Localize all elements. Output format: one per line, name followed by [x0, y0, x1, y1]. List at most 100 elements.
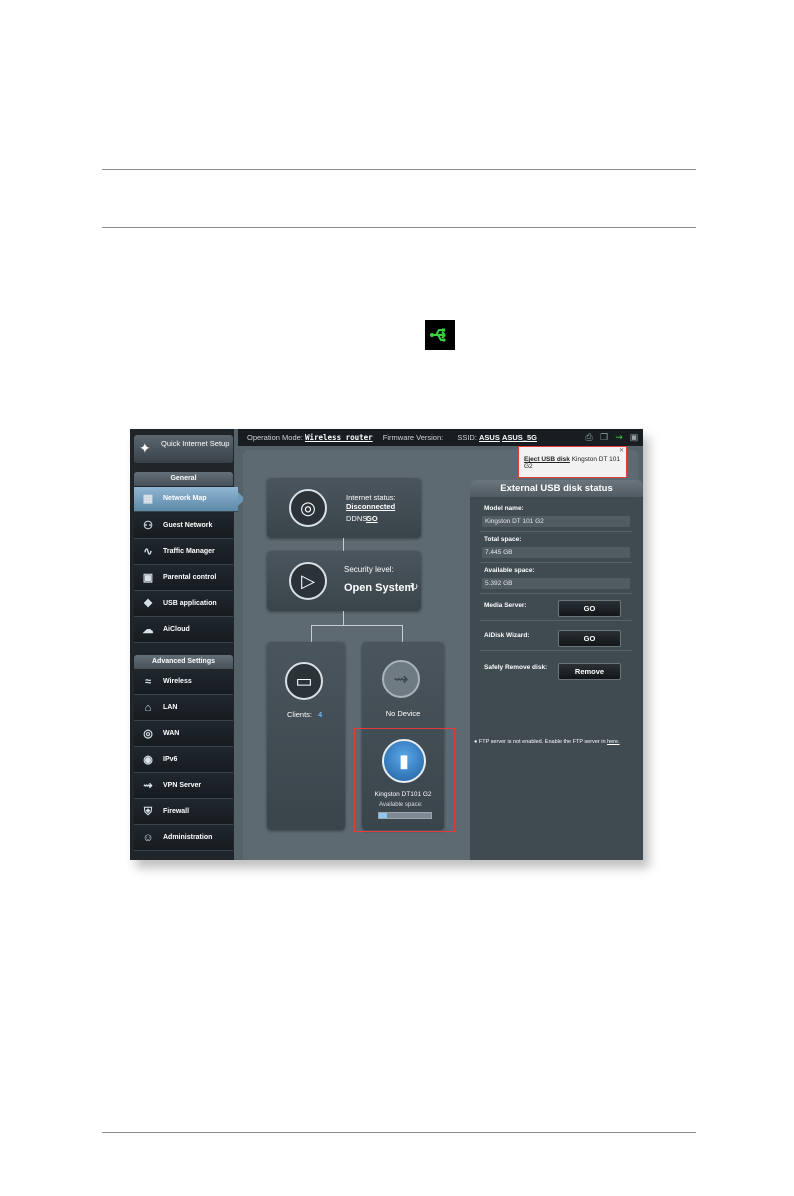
internet-status-value[interactable]: Disconnected	[346, 502, 395, 511]
status-bar: Operation Mode: Wireless router Firmware…	[238, 429, 643, 446]
quick-setup-label: Quick Internet Setup	[161, 439, 230, 448]
connector	[311, 625, 403, 626]
printer-icon[interactable]: ⎙	[584, 432, 594, 442]
op-mode-link[interactable]: Wireless router	[305, 433, 373, 442]
sidebar-item-label: Firewall	[163, 808, 190, 815]
divider	[480, 593, 632, 594]
vpn-icon: ⇝	[143, 780, 153, 792]
sidebar-item-wan[interactable]: ◎ WAN	[134, 722, 233, 747]
sidebar-item-label: WAN	[163, 730, 180, 737]
router-icon: ▷	[289, 562, 327, 600]
security-level-label: Security level:	[344, 565, 394, 574]
internet-status-label: Internet status:	[346, 493, 396, 502]
aidisk-go-button[interactable]: GO	[558, 630, 621, 647]
unlocked-icon: ↻	[410, 582, 419, 593]
sidebar-item-lan[interactable]: ⌂ LAN	[134, 696, 233, 721]
ssid-label: SSID:	[457, 433, 477, 442]
sidebar-item-traffic-manager[interactable]: ∿ Traffic Manager	[134, 540, 233, 565]
copy-icon[interactable]: ❐	[599, 432, 609, 442]
eject-usb-link[interactable]: Eject USB disk	[524, 456, 570, 463]
sidebar-item-label: Traffic Manager	[163, 548, 215, 555]
header-rule-bottom	[102, 227, 696, 228]
divider	[480, 562, 632, 563]
total-space-value: 7.445 GB	[482, 547, 630, 558]
wand-icon: ✦	[139, 440, 151, 456]
sidebar-item-label: AiCloud	[163, 626, 190, 633]
wifi-icon: ≈	[144, 676, 152, 688]
sidebar-item-network-map[interactable]: ▦ Network Map	[134, 487, 245, 512]
sidebar-item-ipv6[interactable]: ◉ IPv6	[134, 748, 233, 773]
sidebar-item-label: Parental control	[163, 574, 217, 581]
available-space-value: 5.392 GB	[482, 578, 630, 589]
puzzle-icon: ❖	[143, 598, 153, 610]
sidebar-item-guest-network[interactable]: ⚇ Guest Network	[134, 514, 233, 539]
traffic-manager-icon: ∿	[143, 546, 153, 558]
ssid-link-1[interactable]: ASUS	[479, 433, 500, 442]
divider	[480, 650, 632, 651]
usb-highlight-box	[354, 728, 455, 832]
safely-remove-label: Safely Remove disk:	[484, 664, 548, 671]
sidebar-item-label: USB application	[163, 600, 217, 607]
connector	[343, 611, 344, 625]
router-security-card[interactable]: ▷ Security level: Open System ↻	[267, 551, 421, 611]
available-space-label: Available space:	[484, 567, 535, 574]
ddns-go-link[interactable]: GO	[366, 514, 378, 523]
sidebar-item-aicloud[interactable]: ☁ AiCloud	[134, 618, 233, 643]
security-level-value: Open System	[344, 582, 415, 594]
usb-icon	[425, 320, 455, 350]
quick-internet-setup-button[interactable]: ✦ Quick Internet Setup	[134, 435, 233, 463]
sidebar-item-administration[interactable]: ☺ Administration	[134, 826, 233, 851]
close-icon[interactable]: ✕	[619, 447, 624, 454]
footer-rule	[102, 1132, 696, 1133]
sidebar-item-parental-control[interactable]: ▣ Parental control	[134, 566, 233, 591]
ftp-note: ● FTP server is not enabled. Enable the …	[474, 739, 620, 745]
monitor-icon: ▭	[285, 662, 323, 700]
sidebar: ✦ Quick Internet Setup General ▦ Network…	[130, 429, 245, 860]
home-icon: ⌂	[144, 702, 152, 714]
sidebar-item-usb-application[interactable]: ❖ USB application	[134, 592, 233, 617]
guest-network-icon: ⚇	[143, 520, 153, 532]
usb-status-title: External USB disk status	[470, 480, 643, 497]
total-space-label: Total space:	[484, 536, 522, 543]
advanced-section-header: Advanced Settings	[134, 655, 233, 669]
sidebar-item-vpn-server[interactable]: ⇝ VPN Server	[134, 774, 233, 799]
globe-icon: ◎	[143, 728, 153, 740]
model-name-label: Model name:	[484, 505, 524, 512]
ftp-note-text: FTP server is not enabled. Enable the FT…	[478, 739, 606, 745]
connector	[311, 625, 312, 642]
remove-disk-button[interactable]: Remove	[558, 663, 621, 680]
internet-status-card[interactable]: ◎ Internet status: Disconnected DDNS: GO	[267, 478, 421, 538]
lock-status-icon[interactable]: ▣	[629, 432, 639, 442]
clients-count[interactable]: 4	[318, 710, 322, 719]
sidebar-item-label: Administration	[163, 834, 213, 841]
ftp-here-link[interactable]: here.	[607, 739, 620, 745]
media-server-go-button[interactable]: GO	[558, 600, 621, 617]
sidebar-item-firewall[interactable]: ⛨ Firewall	[134, 800, 233, 825]
header-rule-top	[102, 169, 696, 170]
clients-card[interactable]: ▭ Clients: 4	[267, 642, 345, 830]
lock-icon: ▣	[142, 572, 154, 584]
shield-icon: ⛨	[143, 806, 153, 818]
status-icons: ⎙ ❐ ⇝ ▣	[584, 432, 639, 442]
usb-status-panel: External USB disk status Model name: Kin…	[470, 480, 643, 860]
connector	[343, 538, 344, 551]
aidisk-wizard-label: AiDisk Wizard:	[484, 632, 530, 639]
sidebar-item-wireless[interactable]: ≈ Wireless	[134, 670, 233, 695]
sidebar-item-label: Network Map	[163, 495, 207, 502]
media-server-label: Media Server:	[484, 602, 527, 609]
divider	[480, 531, 632, 532]
router-ui-screenshot: ✦ Quick Internet Setup General ▦ Network…	[130, 429, 643, 860]
ssid-link-2[interactable]: ASUS_5G	[502, 433, 537, 442]
sidebar-item-label: LAN	[163, 704, 178, 711]
sidebar-item-label: Guest Network	[163, 522, 213, 529]
admin-icon: ☺	[142, 832, 154, 844]
network-map-icon: ▦	[142, 493, 154, 505]
model-name-value: Kingston DT 101 G2	[482, 516, 630, 527]
sidebar-item-label: IPv6	[163, 756, 178, 763]
eject-text[interactable]: Eject USB disk Kingston DT 101 G2	[524, 456, 624, 470]
globe-icon: ◎	[289, 489, 327, 527]
usb-port-icon: ⇝	[382, 660, 420, 698]
usb-status-icon[interactable]: ⇝	[614, 432, 624, 442]
clients-label: Clients:	[287, 710, 313, 719]
divider	[480, 620, 632, 621]
